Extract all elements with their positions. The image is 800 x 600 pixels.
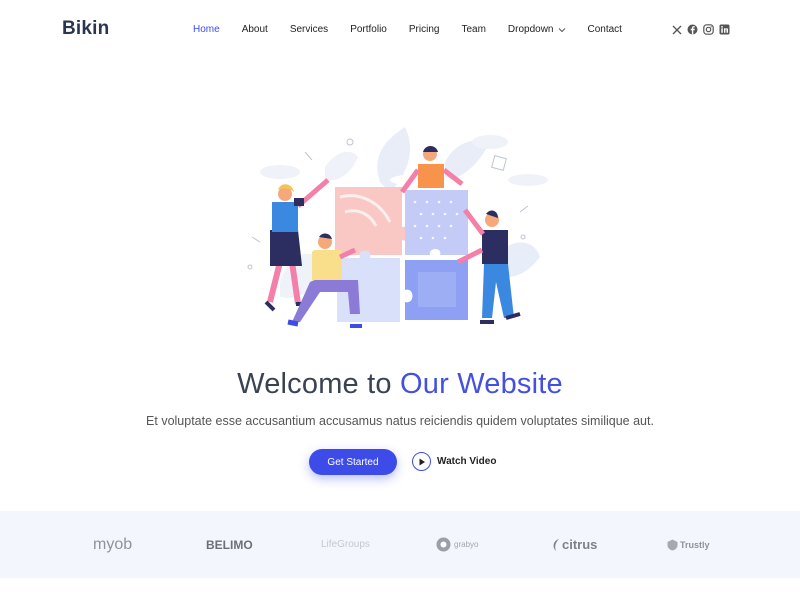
hero-illustration	[247, 127, 548, 328]
nav-label: Contact	[587, 24, 622, 35]
client-logo-citrus: citrus	[551, 511, 597, 578]
client-name: grabyo	[454, 540, 479, 549]
nav-label: Dropdown	[507, 24, 554, 35]
watch-video-button[interactable]: Watch Video	[412, 452, 496, 471]
nav-item-services[interactable]: Services	[290, 24, 328, 35]
linkedin-icon[interactable]	[719, 24, 730, 35]
client-name: Trustly	[680, 539, 710, 550]
citrus-leaf-icon	[553, 538, 559, 551]
site-header: Bikin Home About Services Portfolio Pric…	[0, 0, 800, 60]
client-name: myob	[93, 535, 133, 553]
nav-item-about[interactable]: About	[242, 24, 268, 35]
nav-label: Home	[193, 24, 220, 35]
client-logo-belimo: BELIMO	[206, 511, 253, 578]
client-logo-myob: myob	[93, 511, 132, 578]
nav-item-home[interactable]: Home	[193, 24, 220, 35]
client-name: citrus	[562, 537, 598, 552]
watch-video-label: Watch Video	[437, 456, 497, 467]
nav-label: Portfolio	[350, 24, 387, 35]
client-name: LifeGroups	[321, 539, 370, 550]
nav-item-team[interactable]: Team	[461, 24, 485, 35]
nav-label: Team	[461, 24, 486, 35]
facebook-icon[interactable]	[687, 24, 698, 35]
client-logo-grabyo: grabyo	[436, 511, 478, 578]
nav-label: Services	[289, 24, 329, 35]
chevron-down-icon	[558, 27, 565, 32]
nav-label: Pricing	[408, 24, 440, 35]
social-links	[671, 24, 730, 35]
hero-title-start: Welcome to	[237, 368, 400, 400]
nav-item-pricing[interactable]: Pricing	[409, 24, 440, 35]
nav-item-portfolio[interactable]: Portfolio	[350, 24, 387, 35]
grabyo-icon	[436, 537, 451, 552]
play-icon	[412, 452, 431, 471]
trustly-icon	[667, 539, 678, 550]
x-icon[interactable]	[671, 24, 682, 35]
client-logo-lifegroups: LifeGroups	[321, 511, 370, 578]
clients-strip: myob BELIMO LifeGroups grabyo citrus Tru…	[0, 511, 800, 578]
hero-title-accent: Our Website	[400, 368, 563, 400]
instagram-icon[interactable]	[703, 24, 714, 35]
client-logo-trustly: Trustly	[667, 511, 710, 578]
hero-subtitle: Et voluptate esse accusantium accusamus …	[146, 414, 654, 428]
main-nav: Home About Services Portfolio Pricing Te…	[193, 24, 622, 35]
get-started-button[interactable]: Get Started	[309, 449, 397, 475]
nav-item-contact[interactable]: Contact	[588, 24, 622, 35]
nav-label: About	[241, 24, 268, 35]
site-logo[interactable]: Bikin	[62, 18, 109, 40]
hero-title: Welcome to Our Website	[0, 368, 800, 401]
nav-item-dropdown[interactable]: Dropdown	[508, 24, 566, 35]
client-name: BELIMO	[206, 537, 253, 552]
